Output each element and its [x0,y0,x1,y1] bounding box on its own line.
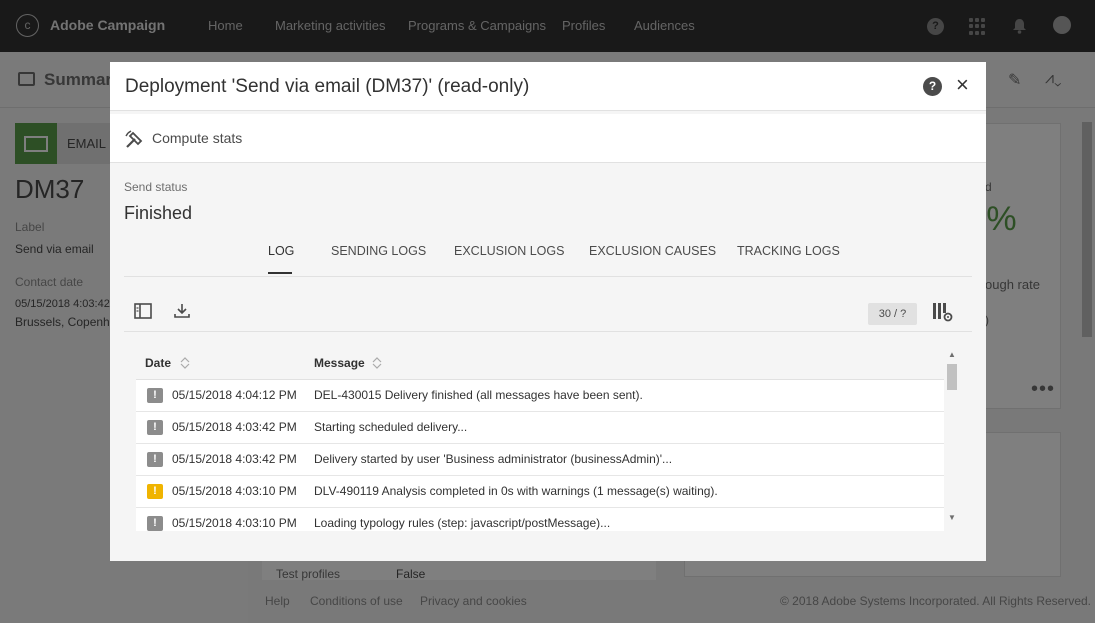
row-message: DLV-490119 Analysis completed in 0s with… [314,484,718,498]
info-log-icon: ! [147,388,163,403]
dialog-header: Deployment 'Send via email (DM37)' (read… [110,62,986,111]
row-message: Loading typology rules (step: javascript… [314,516,611,530]
table-scrollbar-thumb[interactable] [947,364,957,390]
dialog-help-icon[interactable]: ? [923,77,942,96]
table-header: Date Message [136,348,944,380]
table-row[interactable]: ! 05/15/2018 4:03:42 PM Delivery started… [136,444,944,476]
sort-message-icon[interactable] [372,357,382,369]
send-status-caption: Send status [124,180,188,194]
tab-sending-logs[interactable]: SENDING LOGS [331,244,426,258]
row-date: 05/15/2018 4:03:10 PM [172,516,297,530]
scroll-down-arrow-icon[interactable]: ▼ [948,513,956,522]
table-scrollbar[interactable]: ▲ ▼ [944,348,960,531]
row-date: 05/15/2018 4:03:10 PM [172,484,297,498]
download-icon[interactable] [173,303,191,319]
table-row[interactable]: ! 05/15/2018 4:03:10 PM DLV-490119 Analy… [136,476,944,508]
active-tab-indicator [268,272,292,274]
send-status-value: Finished [124,203,193,223]
row-date: 05/15/2018 4:03:42 PM [172,452,297,466]
table-row[interactable]: ! 05/15/2018 4:03:10 PM Loading typology… [136,508,944,531]
warning-log-icon: ! [147,484,163,499]
tab-log[interactable]: LOG [268,244,294,258]
row-message: Delivery started by user 'Business admin… [314,452,673,466]
toggle-panel-icon[interactable] [134,303,152,319]
sort-date-icon[interactable] [180,357,190,369]
tab-exclusion-causes[interactable]: EXCLUSION CAUSES [589,244,716,258]
row-date: 05/15/2018 4:04:12 PM [172,388,297,402]
record-counter[interactable]: 30 / ? [868,303,917,325]
table-row[interactable]: ! 05/15/2018 4:04:12 PM DEL-430015 Deliv… [136,380,944,412]
info-log-icon: ! [147,420,163,435]
log-toolbar: 30 / ? [124,295,972,332]
scroll-up-arrow-icon[interactable]: ▲ [948,350,956,359]
row-message: Starting scheduled delivery... [314,420,468,434]
table-row[interactable]: ! 05/15/2018 4:03:42 PM Starting schedul… [136,412,944,444]
column-message[interactable]: Message [314,356,365,370]
column-date[interactable]: Date [145,356,171,370]
compute-stats-icon[interactable] [125,130,144,149]
row-date: 05/15/2018 4:03:42 PM [172,420,297,434]
tab-tracking-logs[interactable]: TRACKING LOGS [737,244,840,258]
info-log-icon: ! [147,516,163,531]
deployment-dialog: Deployment 'Send via email (DM37)' (read… [110,62,986,561]
row-message: DEL-430015 Delivery finished (all messag… [314,388,643,402]
info-log-icon: ! [147,452,163,467]
dialog-close-icon[interactable]: × [956,72,969,98]
compute-stats-button[interactable]: Compute stats [152,130,242,146]
dialog-action-bar: Compute stats [110,114,986,163]
dialog-title: Deployment 'Send via email (DM37)' (read… [125,76,530,97]
log-table: Date Message ! 05/15/2018 4:04:12 PM DEL… [136,348,944,531]
tab-exclusion-logs[interactable]: EXCLUSION LOGS [454,244,564,258]
configure-columns-icon[interactable] [932,302,954,322]
log-tabs: LOG SENDING LOGS EXCLUSION LOGS EXCLUSIO… [124,232,972,277]
